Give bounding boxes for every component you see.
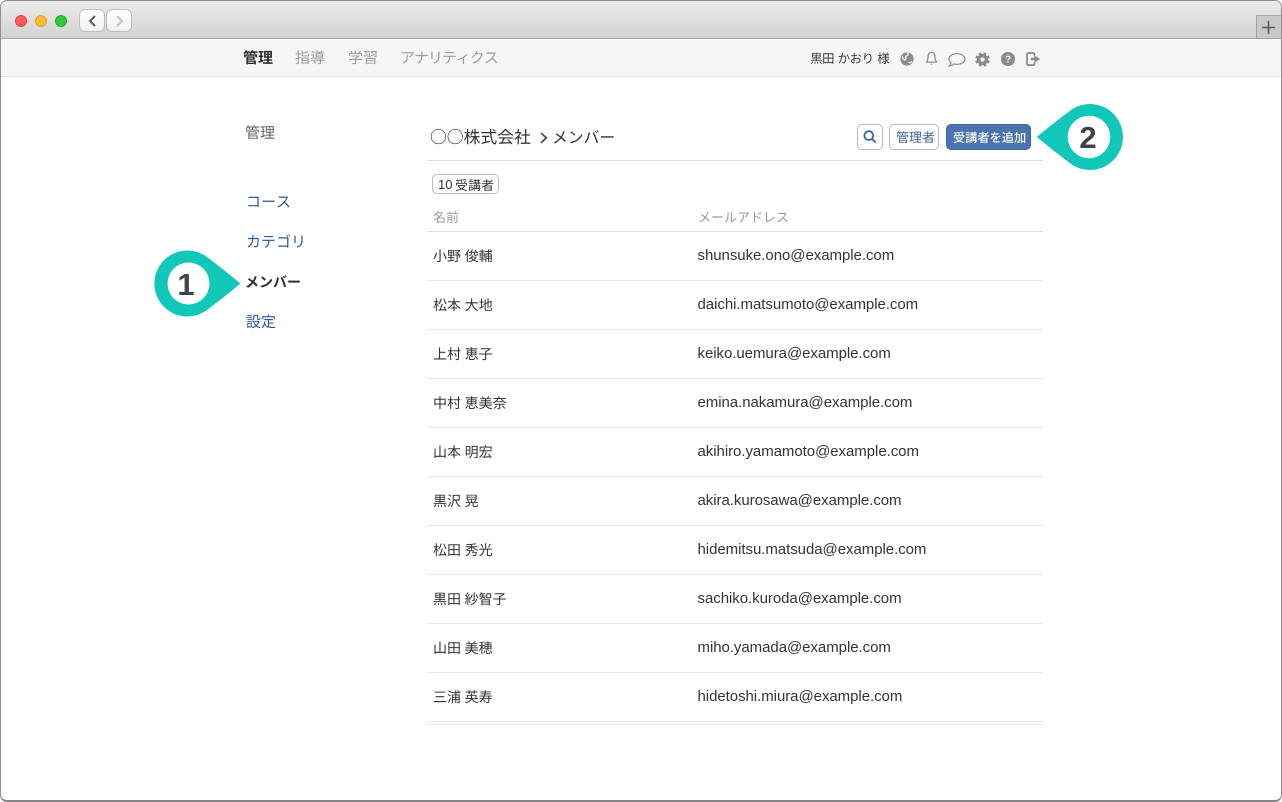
- svg-text:?: ?: [1005, 55, 1011, 66]
